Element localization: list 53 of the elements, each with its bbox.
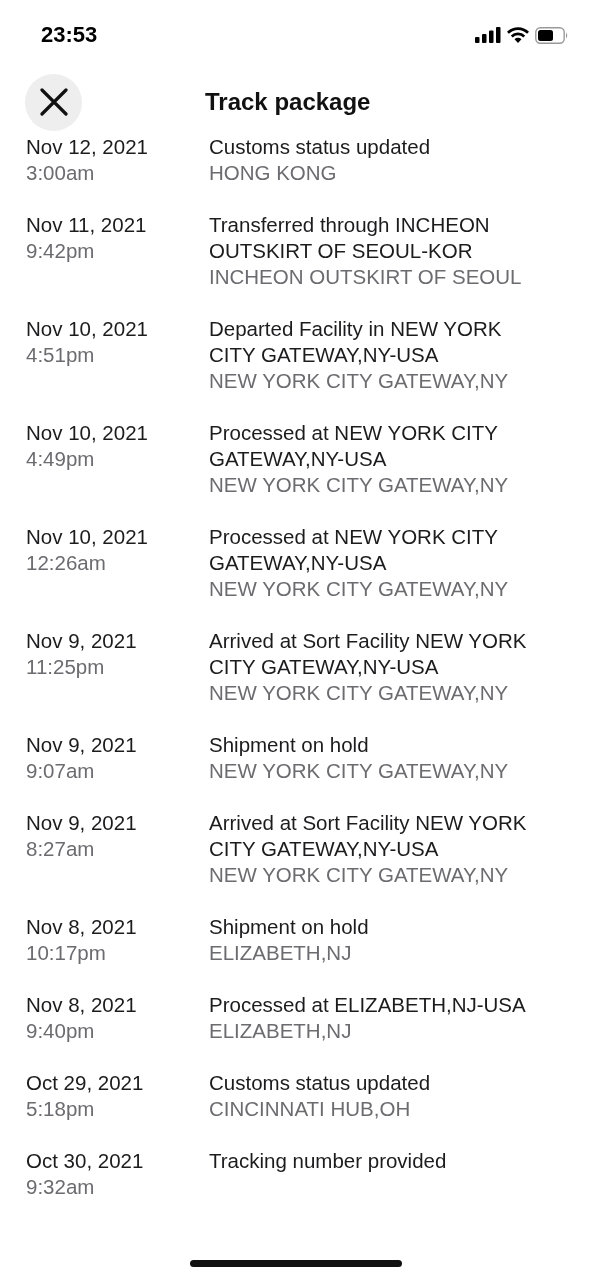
event-location: ELIZABETH,NJ bbox=[209, 1018, 352, 1044]
event-location: NEW YORK CITY GATEWAY,NY bbox=[209, 368, 509, 394]
event-time: 8:27am bbox=[26, 836, 95, 862]
event-time: 9:42pm bbox=[26, 238, 95, 264]
event-location: NEW YORK CITY GATEWAY,NY bbox=[209, 758, 509, 784]
close-icon bbox=[39, 88, 68, 116]
event-time: 3:00am bbox=[26, 160, 95, 186]
event-time: 4:49pm bbox=[26, 446, 95, 472]
event-date: Oct 29, 2021 bbox=[26, 1070, 144, 1096]
event-date: Nov 12, 2021 bbox=[26, 134, 148, 160]
event-description: Customs status updated bbox=[209, 1070, 431, 1096]
event-location: NEW YORK CITY GATEWAY,NY bbox=[209, 862, 509, 888]
event-description: Processed at NEW YORK CITY GATEWAY,NY-USA bbox=[209, 420, 499, 472]
status-time: 23:53 bbox=[41, 22, 98, 48]
event-time: 4:51pm bbox=[26, 342, 95, 368]
event-time: 10:17pm bbox=[26, 940, 106, 966]
event-description: Shipment on hold bbox=[209, 732, 369, 758]
event-description: Tracking number provided bbox=[209, 1148, 447, 1174]
event-location: HONG KONG bbox=[209, 160, 337, 186]
event-time: 9:32am bbox=[26, 1174, 95, 1200]
event-date: Nov 9, 2021 bbox=[26, 628, 137, 654]
event-description: Processed at NEW YORK CITY GATEWAY,NY-USA bbox=[209, 524, 499, 576]
event-time: 5:18pm bbox=[26, 1096, 95, 1122]
wifi-icon bbox=[507, 27, 529, 43]
event-location: CINCINNATI HUB,OH bbox=[209, 1096, 411, 1122]
event-time: 12:26am bbox=[26, 550, 106, 576]
event-date: Nov 11, 2021 bbox=[26, 212, 147, 238]
event-description: Customs status updated bbox=[209, 134, 431, 160]
event-date: Oct 30, 2021 bbox=[26, 1148, 144, 1174]
event-time: 9:07am bbox=[26, 758, 95, 784]
event-location: NEW YORK CITY GATEWAY,NY bbox=[209, 576, 509, 602]
event-description: Departed Facility in NEW YORK CITY GATEWAY,NY-USA bbox=[209, 316, 503, 368]
event-date: Nov 8, 2021 bbox=[26, 992, 137, 1018]
event-description: Shipment on hold bbox=[209, 914, 369, 940]
event-date: Nov 10, 2021 bbox=[26, 420, 148, 446]
event-date: Nov 8, 2021 bbox=[26, 914, 137, 940]
event-location: NEW YORK CITY GATEWAY,NY bbox=[209, 680, 509, 706]
event-description: Transferred through INCHEON OUTSKIRT OF SEOUL-KOR bbox=[209, 212, 491, 264]
screen-title: Track package bbox=[205, 88, 371, 116]
event-description: Arrived at Sort Facility NEW YORK CITY GATEWAY,NY-USA bbox=[209, 628, 528, 680]
signal-icon bbox=[475, 27, 501, 43]
event-description: Arrived at Sort Facility NEW YORK CITY GATEWAY,NY-USA bbox=[209, 810, 528, 862]
battery-icon bbox=[535, 26, 569, 44]
event-time: 11:25pm bbox=[26, 654, 105, 680]
event-time: 9:40pm bbox=[26, 1018, 95, 1044]
event-date: Nov 10, 2021 bbox=[26, 524, 148, 550]
event-date: Nov 9, 2021 bbox=[26, 810, 137, 836]
event-date: Nov 9, 2021 bbox=[26, 732, 137, 758]
event-location: ELIZABETH,NJ bbox=[209, 940, 352, 966]
event-location: NEW YORK CITY GATEWAY,NY bbox=[209, 472, 509, 498]
event-description: Processed at ELIZABETH,NJ-USA bbox=[209, 992, 526, 1018]
event-location: INCHEON OUTSKIRT OF SEOUL bbox=[209, 264, 522, 290]
event-date: Nov 10, 2021 bbox=[26, 316, 148, 342]
